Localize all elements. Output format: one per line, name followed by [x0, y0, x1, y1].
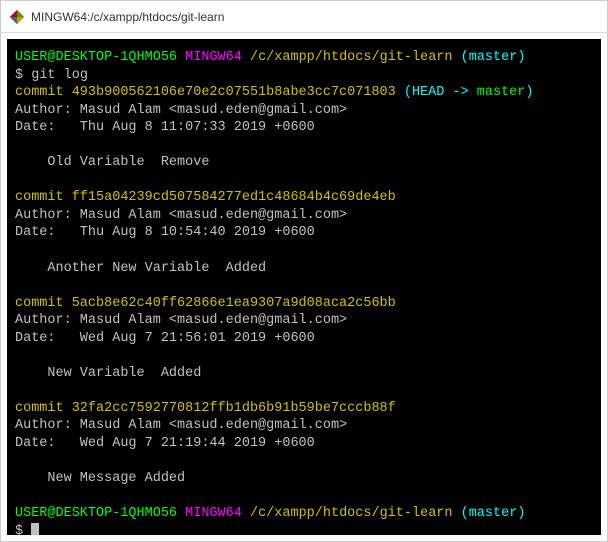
blank-line — [15, 137, 593, 155]
blank-line — [15, 453, 593, 471]
prompt-user: USER@DESKTOP-1QHMO56 — [15, 506, 177, 521]
commit-hash: commit 32fa2cc7592770812ffb1db6b91b59be7… — [15, 400, 593, 418]
blank-line — [15, 172, 593, 190]
prompt-symbol: $ — [15, 524, 23, 535]
blank-line — [15, 347, 593, 365]
cursor — [31, 523, 39, 535]
commit-message: New Variable Added — [15, 365, 593, 383]
blank-line — [15, 277, 593, 295]
prompt-branch: (master) — [461, 50, 526, 65]
commit-date: Date: Wed Aug 7 21:19:44 2019 +0600 — [15, 435, 593, 453]
terminal-window: MINGW64:/c/xampp/htdocs/git-learn USER@D… — [0, 0, 608, 542]
terminal-body[interactable]: USER@DESKTOP-1QHMO56 MINGW64 /c/xampp/ht… — [7, 39, 601, 535]
titlebar[interactable]: MINGW64:/c/xampp/htdocs/git-learn — [1, 1, 607, 33]
commit-author: Author: Masud Alam <masud.eden@gmail.com… — [15, 312, 593, 330]
prompt-symbol: $ — [15, 68, 23, 83]
input-line[interactable]: $ — [15, 523, 593, 535]
commit-message: Another New Variable Added — [15, 260, 593, 278]
commit-hash: commit 493b900562106e70e2c07551b8abe3cc7… — [15, 84, 593, 102]
prompt-path: /c/xampp/htdocs/git-learn — [250, 50, 453, 65]
prompt-line: USER@DESKTOP-1QHMO56 MINGW64 /c/xampp/ht… — [15, 505, 593, 523]
commit-hash: commit ff15a04239cd507584277ed1c48684b4c… — [15, 189, 593, 207]
command-text: git log — [31, 68, 88, 83]
commit-date: Date: Wed Aug 7 21:56:01 2019 +0600 — [15, 330, 593, 348]
window-title: MINGW64:/c/xampp/htdocs/git-learn — [31, 10, 224, 24]
app-icon — [9, 9, 25, 25]
prompt-branch: (master) — [461, 506, 526, 521]
commit-author: Author: Masud Alam <masud.eden@gmail.com… — [15, 207, 593, 225]
prompt-shell: MINGW64 — [185, 506, 242, 521]
commit-date: Date: Thu Aug 8 10:54:40 2019 +0600 — [15, 224, 593, 242]
blank-line — [15, 242, 593, 260]
blank-line — [15, 382, 593, 400]
prompt-path: /c/xampp/htdocs/git-learn — [250, 506, 453, 521]
blank-line — [15, 488, 593, 506]
commit-date: Date: Thu Aug 8 11:07:33 2019 +0600 — [15, 119, 593, 137]
commit-author: Author: Masud Alam <masud.eden@gmail.com… — [15, 417, 593, 435]
commit-author: Author: Masud Alam <masud.eden@gmail.com… — [15, 102, 593, 120]
commit-message: Old Variable Remove — [15, 154, 593, 172]
commit-hash: commit 5acb8e62c40ff62866e1ea9307a9d08ac… — [15, 295, 593, 313]
prompt-user: USER@DESKTOP-1QHMO56 — [15, 50, 177, 65]
prompt-shell: MINGW64 — [185, 50, 242, 65]
command-line: $ git log — [15, 67, 593, 85]
prompt-line: USER@DESKTOP-1QHMO56 MINGW64 /c/xampp/ht… — [15, 49, 593, 67]
commit-message: New Message Added — [15, 470, 593, 488]
